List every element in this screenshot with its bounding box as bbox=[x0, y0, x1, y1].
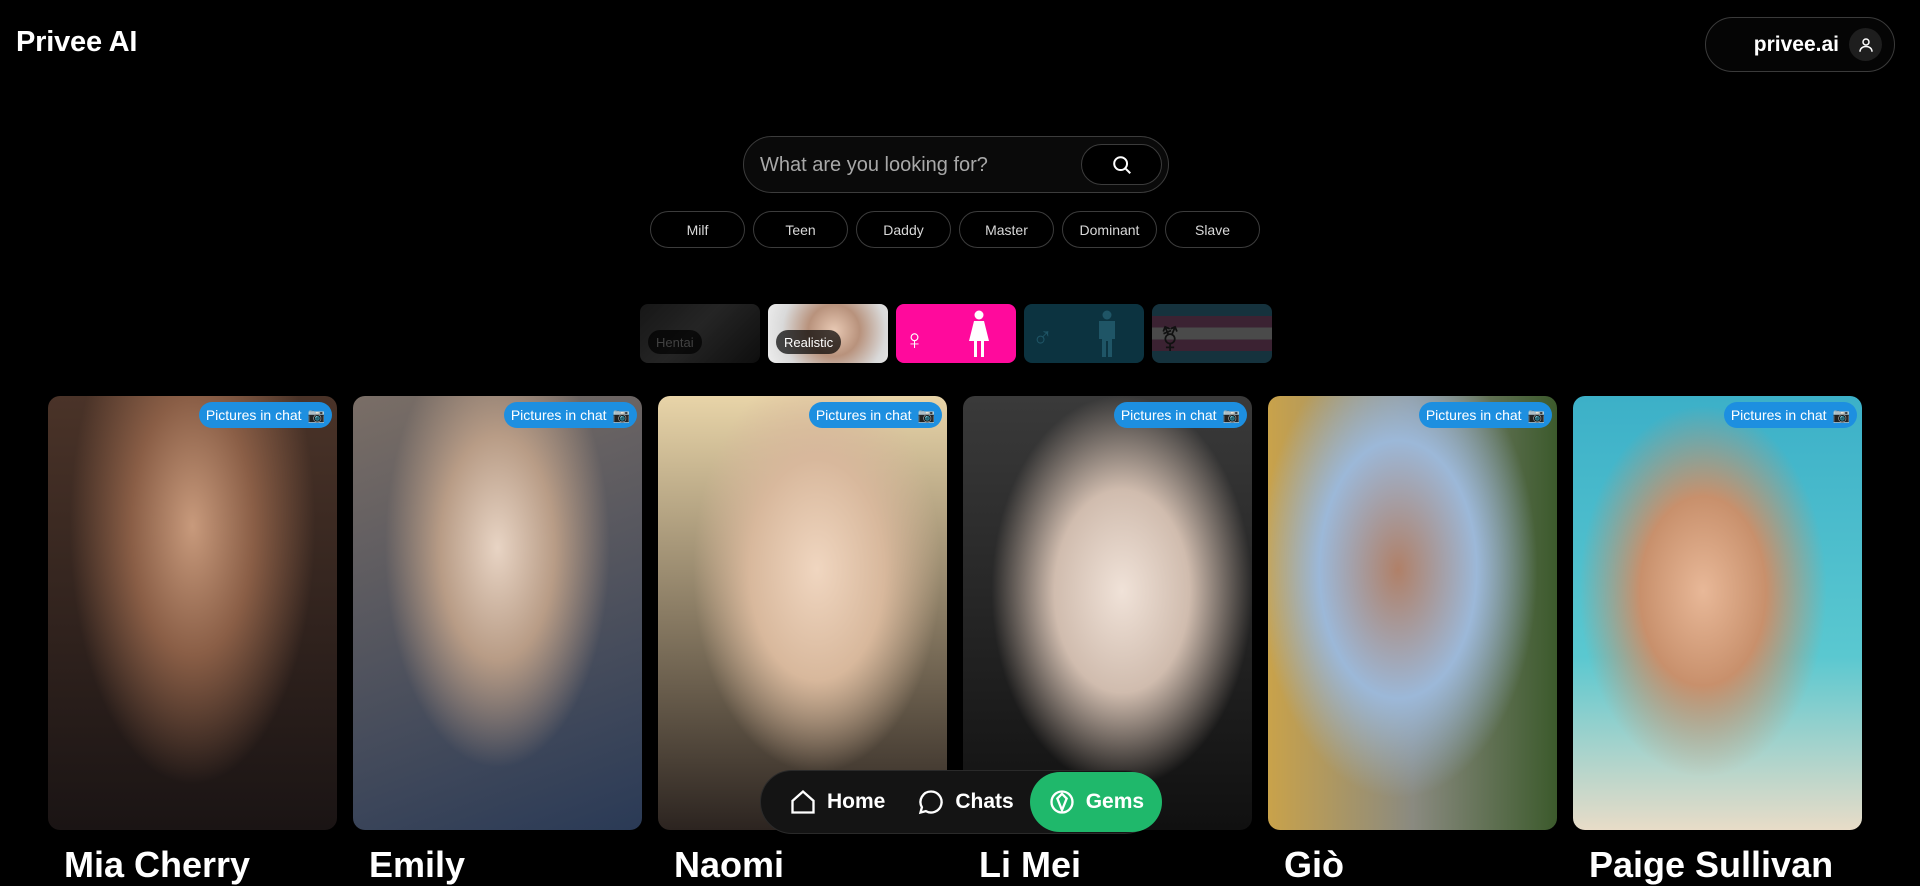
filter-trans[interactable]: ⚧ bbox=[1152, 304, 1272, 363]
nav-gems-label: Gems bbox=[1085, 790, 1145, 813]
character-photo: Pictures in chat 📷 bbox=[1573, 396, 1862, 830]
character-card[interactable]: Pictures in chat 📷 Mia Cherry bbox=[48, 396, 337, 886]
nav-chats-label: Chats bbox=[955, 790, 1014, 813]
search-icon bbox=[1112, 155, 1131, 174]
pictures-badge: Pictures in chat 📷 bbox=[503, 402, 637, 428]
pictures-badge: Pictures in chat 📷 bbox=[198, 402, 332, 428]
nav-chats[interactable]: Chats bbox=[901, 772, 1029, 832]
style-filters: Hentai Realistic ♀ ♂ ⚧ bbox=[640, 304, 1272, 363]
pictures-badge: Pictures in chat 📷 bbox=[1723, 402, 1857, 428]
character-name: Mia Cherry bbox=[64, 844, 251, 885]
nav-gems[interactable]: Gems bbox=[1029, 772, 1163, 832]
account-label: privee.ai bbox=[1753, 32, 1839, 56]
camera-icon: 📷 bbox=[1527, 406, 1545, 423]
character-name: Giò bbox=[1284, 844, 1344, 885]
character-name: Paige Sullivan bbox=[1589, 844, 1834, 885]
man-figure-icon bbox=[1099, 310, 1115, 357]
tag-dominant[interactable]: Dominant bbox=[1062, 211, 1157, 248]
tag-slave[interactable]: Slave bbox=[1165, 211, 1260, 248]
home-icon bbox=[791, 789, 815, 814]
filter-realistic-label: Realistic bbox=[776, 330, 842, 354]
gem-icon bbox=[1050, 790, 1074, 814]
pictures-badge-label: Pictures in chat bbox=[1425, 407, 1522, 423]
pictures-badge: Pictures in chat 📷 bbox=[1418, 402, 1552, 428]
transgender-icon: ⚧ bbox=[1160, 326, 1181, 353]
pictures-badge-label: Pictures in chat bbox=[1730, 407, 1827, 423]
tag-daddy[interactable]: Daddy bbox=[856, 211, 951, 248]
filter-hentai-label: Hentai bbox=[648, 330, 702, 354]
camera-icon: 📷 bbox=[1222, 406, 1240, 423]
search-button[interactable] bbox=[1081, 144, 1162, 185]
woman-figure-icon bbox=[969, 310, 989, 357]
filter-female[interactable]: ♀ bbox=[896, 304, 1016, 363]
character-photo: Pictures in chat 📷 bbox=[48, 396, 337, 830]
account-button[interactable]: privee.ai bbox=[1705, 17, 1895, 72]
search-bar bbox=[743, 136, 1169, 193]
character-card[interactable]: Pictures in chat 📷 Emily bbox=[353, 396, 642, 886]
filter-realistic[interactable]: Realistic bbox=[768, 304, 888, 363]
app-logo[interactable]: Privee AI bbox=[16, 26, 137, 59]
bottom-nav: Home Chats Gems bbox=[760, 770, 1163, 834]
character-photo: Pictures in chat 📷 bbox=[353, 396, 642, 830]
camera-icon: 📷 bbox=[917, 406, 935, 423]
chat-icon bbox=[919, 790, 944, 815]
character-card[interactable]: Pictures in chat 📷 Giò bbox=[1268, 396, 1557, 886]
filter-hentai[interactable]: Hentai bbox=[640, 304, 760, 363]
pictures-badge-label: Pictures in chat bbox=[510, 407, 607, 423]
pictures-badge-label: Pictures in chat bbox=[815, 407, 912, 423]
character-card[interactable]: Pictures in chat 📷 Paige Sullivan bbox=[1573, 396, 1862, 886]
character-name: Li Mei bbox=[979, 844, 1082, 885]
header: Privee AI privee.ai bbox=[0, 0, 1920, 90]
female-icon: ♀ bbox=[904, 324, 925, 355]
nav-home[interactable]: Home bbox=[773, 772, 901, 832]
character-name: Emily bbox=[369, 844, 466, 885]
male-icon: ♂ bbox=[1032, 322, 1053, 353]
camera-icon: 📷 bbox=[307, 406, 325, 423]
tag-filters: Milf Teen Daddy Master Dominant Slave bbox=[650, 211, 1260, 248]
pictures-badge: Pictures in chat 📷 bbox=[808, 402, 942, 428]
character-name: Naomi bbox=[674, 844, 785, 885]
tag-master[interactable]: Master bbox=[959, 211, 1054, 248]
camera-icon: 📷 bbox=[1832, 406, 1850, 423]
pictures-badge-label: Pictures in chat bbox=[205, 407, 302, 423]
user-icon bbox=[1849, 28, 1882, 61]
tag-milf[interactable]: Milf bbox=[650, 211, 745, 248]
pictures-badge: Pictures in chat 📷 bbox=[1113, 402, 1247, 428]
search-input[interactable] bbox=[760, 151, 1060, 179]
character-photo: Pictures in chat 📷 bbox=[1268, 396, 1557, 830]
pictures-badge-label: Pictures in chat bbox=[1120, 407, 1217, 423]
tag-teen[interactable]: Teen bbox=[753, 211, 848, 248]
character-photo: Pictures in chat 📷 bbox=[963, 396, 1252, 830]
filter-male[interactable]: ♂ bbox=[1024, 304, 1144, 363]
camera-icon: 📷 bbox=[612, 406, 630, 423]
nav-home-label: Home bbox=[827, 790, 886, 813]
character-photo: Pictures in chat 📷 bbox=[658, 396, 947, 830]
